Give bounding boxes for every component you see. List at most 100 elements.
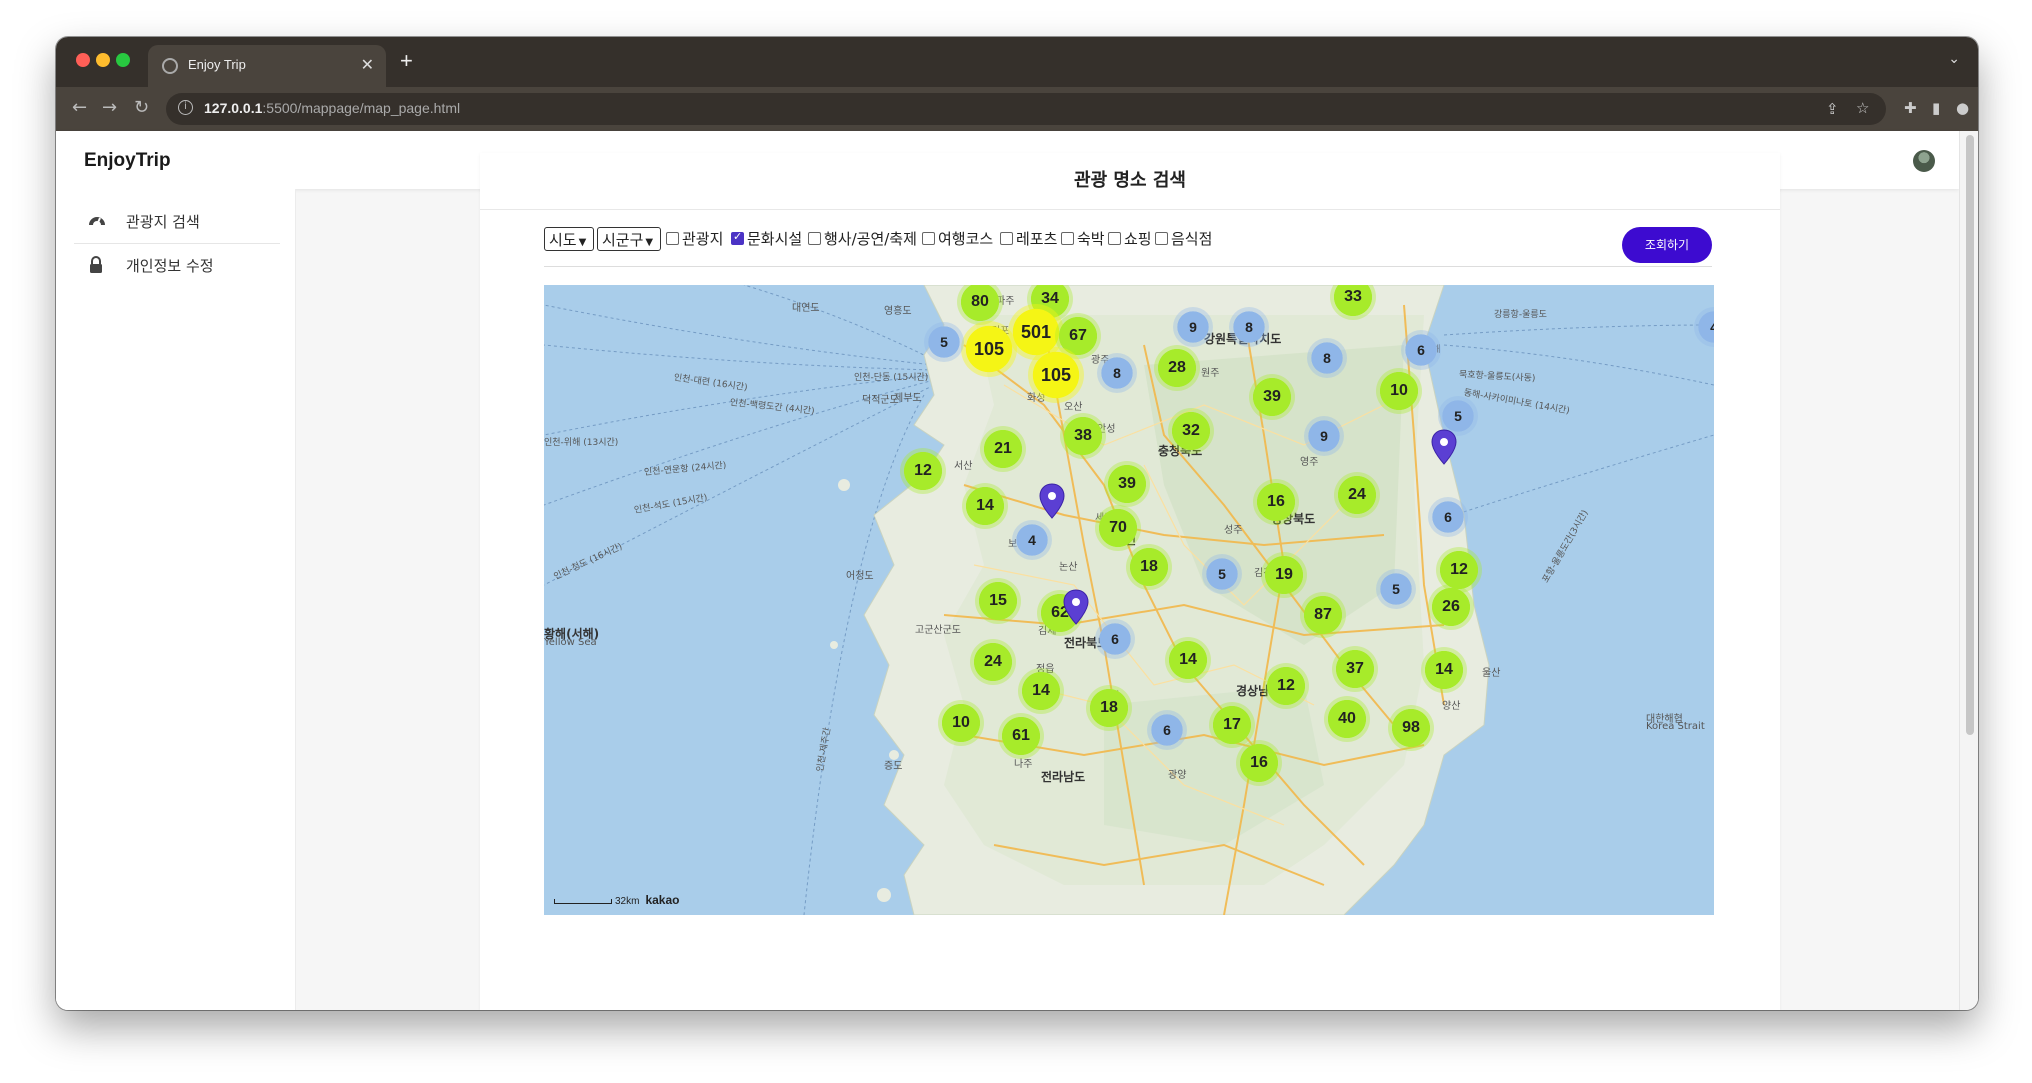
scrollbar[interactable]: [1959, 131, 1978, 1010]
map-cluster-marker[interactable]: 5: [924, 322, 964, 362]
map-cluster-marker[interactable]: 28: [1154, 345, 1200, 391]
map-cluster-marker[interactable]: 105: [1028, 347, 1084, 403]
map-cluster-marker[interactable]: 24: [1334, 472, 1380, 518]
map-cluster-marker[interactable]: 16: [1236, 740, 1282, 786]
map-cluster-marker[interactable]: 6: [1147, 710, 1187, 750]
close-window-button[interactable]: [76, 53, 90, 67]
new-tab-button[interactable]: +: [400, 48, 413, 74]
map-cluster-marker[interactable]: 17: [1209, 702, 1255, 748]
browser-toolbar: ← → ↻ i 127.0.0.1:5500/mappage/map_page.…: [56, 87, 1978, 131]
lock-icon: [88, 256, 106, 274]
map-cluster-marker[interactable]: 14: [1421, 647, 1467, 693]
map-cluster-marker[interactable]: 32: [1168, 408, 1214, 454]
kakao-map[interactable]: 파주김포광주과천화성오산안성서산세종대전보령논산익산김제정읍남원나주영주원주김천…: [544, 285, 1714, 915]
map-marker-pin-icon[interactable]: [1063, 589, 1089, 625]
category-checkbox-leisure[interactable]: [1000, 232, 1013, 245]
map-cluster-marker[interactable]: 10: [938, 700, 984, 746]
map-marker-pin-icon[interactable]: [1039, 483, 1065, 519]
map-place-label: 어청도: [846, 571, 874, 582]
search-button[interactable]: 조회하기: [1622, 227, 1712, 263]
globe-icon: [162, 58, 178, 74]
category-checkbox-lodging[interactable]: [1061, 232, 1074, 245]
chevron-down-icon[interactable]: ⌄: [1948, 51, 1960, 67]
map-cluster-marker[interactable]: 39: [1249, 374, 1295, 420]
category-checkbox-festival[interactable]: [808, 232, 821, 245]
map-cluster-marker[interactable]: 8: [1307, 338, 1347, 378]
map-cluster-marker[interactable]: 14: [962, 483, 1008, 529]
chevron-down-icon: ▼: [645, 237, 654, 248]
map-cluster-marker[interactable]: 18: [1086, 685, 1132, 731]
map-cluster-marker[interactable]: 9: [1173, 307, 1213, 347]
map-cluster-marker[interactable]: 12: [1263, 663, 1309, 709]
sido-select[interactable]: 시도 ▼: [544, 227, 594, 251]
back-icon[interactable]: ←: [72, 97, 87, 118]
map-cluster-marker[interactable]: 8: [1097, 353, 1137, 393]
map-route-label: 인천-단동 (15시간): [854, 373, 929, 383]
share-icon[interactable]: ⇪: [1826, 100, 1839, 118]
map-cluster-marker[interactable]: 105: [961, 321, 1017, 377]
browser-window: Enjoy Trip ✕ + ⌄ ← → ↻ i 127.0.0.1:5500/…: [56, 37, 1978, 1010]
avatar[interactable]: [1913, 150, 1935, 172]
close-tab-icon[interactable]: ✕: [361, 55, 374, 75]
map-cluster-marker[interactable]: 14: [1018, 668, 1064, 714]
map-cluster-marker[interactable]: 16: [1253, 479, 1299, 525]
map-cluster-marker[interactable]: 21: [980, 426, 1026, 472]
map-cluster-marker[interactable]: 70: [1095, 505, 1141, 551]
map-cluster-marker[interactable]: 9: [1304, 416, 1344, 456]
sidebar-item-profile-edit[interactable]: 개인정보 수정: [74, 244, 280, 286]
forward-icon[interactable]: →: [102, 97, 117, 118]
category-label: 문화시설: [747, 230, 803, 248]
sidepanel-icon[interactable]: ▮: [1932, 99, 1940, 117]
map-cluster-marker[interactable]: 24: [970, 639, 1016, 685]
map-cluster-marker[interactable]: 5: [1376, 569, 1416, 609]
extensions-icon[interactable]: ✚: [1904, 99, 1917, 117]
map-cluster-marker[interactable]: 8: [1229, 307, 1269, 347]
map-cluster-marker[interactable]: 10: [1376, 368, 1422, 414]
profile-icon[interactable]: ●: [1956, 99, 1969, 117]
scrollbar-thumb[interactable]: [1966, 135, 1974, 735]
map-cluster-marker[interactable]: 6: [1428, 497, 1468, 537]
map-cluster-marker[interactable]: 39: [1104, 461, 1150, 507]
map-cluster-marker[interactable]: 40: [1324, 696, 1370, 742]
map-place-label: 고군산군도: [915, 625, 961, 636]
address-bar[interactable]: i 127.0.0.1:5500/mappage/map_page.html ⇪…: [166, 93, 1886, 125]
category-checkbox-restaurant[interactable]: [1155, 232, 1168, 245]
map-place-label: 광양: [1168, 770, 1187, 781]
tab-title: Enjoy Trip: [188, 57, 246, 72]
sidebar: 관광지 검색 개인정보 수정: [56, 189, 296, 1010]
map-cluster-marker[interactable]: 19: [1261, 552, 1307, 598]
map-cluster-marker[interactable]: 6: [1095, 619, 1135, 659]
category-checkbox-shopping[interactable]: [1108, 232, 1121, 245]
map-place-label: 전라남도: [1041, 770, 1086, 784]
map-cluster-marker[interactable]: 5: [1202, 554, 1242, 594]
map-cluster-marker[interactable]: 26: [1428, 584, 1474, 630]
map-scale: 32km kakao: [554, 893, 679, 907]
zoom-window-button[interactable]: [116, 53, 130, 67]
sidebar-item-attraction-search[interactable]: 관광지 검색: [74, 200, 280, 242]
map-cluster-marker[interactable]: 15: [975, 578, 1021, 624]
map-cluster-marker[interactable]: 37: [1332, 646, 1378, 692]
reload-icon[interactable]: ↻: [134, 97, 149, 118]
map-cluster-marker[interactable]: 12: [900, 448, 946, 494]
map-cluster-marker[interactable]: 61: [998, 713, 1044, 759]
map-place-label: 서산: [954, 461, 973, 472]
map-cluster-marker[interactable]: 18: [1126, 544, 1172, 590]
minimize-window-button[interactable]: [96, 53, 110, 67]
category-checkbox-culture[interactable]: [731, 230, 744, 245]
map-cluster-marker[interactable]: 98: [1388, 705, 1434, 751]
star-icon[interactable]: ☆: [1856, 99, 1869, 117]
map-marker-pin-icon[interactable]: [1431, 429, 1457, 465]
brand-logo[interactable]: EnjoyTrip: [84, 150, 171, 172]
browser-tab[interactable]: Enjoy Trip ✕: [148, 45, 386, 87]
map-cluster-marker[interactable]: 4: [1012, 520, 1052, 560]
category-checkbox-attraction[interactable]: [666, 232, 679, 245]
map-cluster-marker[interactable]: 14: [1165, 637, 1211, 683]
map-cluster-marker[interactable]: 87: [1300, 592, 1346, 638]
map-place-label: Yellow Sea: [544, 637, 597, 648]
sigungu-select[interactable]: 시군구 ▼: [597, 227, 661, 251]
map-cluster-marker[interactable]: 38: [1060, 413, 1106, 459]
info-icon[interactable]: i: [178, 100, 193, 115]
map-cluster-marker[interactable]: 6: [1401, 330, 1441, 370]
category-checkbox-course[interactable]: [922, 232, 935, 245]
page-title: 관광 명소 검색: [480, 153, 1780, 210]
